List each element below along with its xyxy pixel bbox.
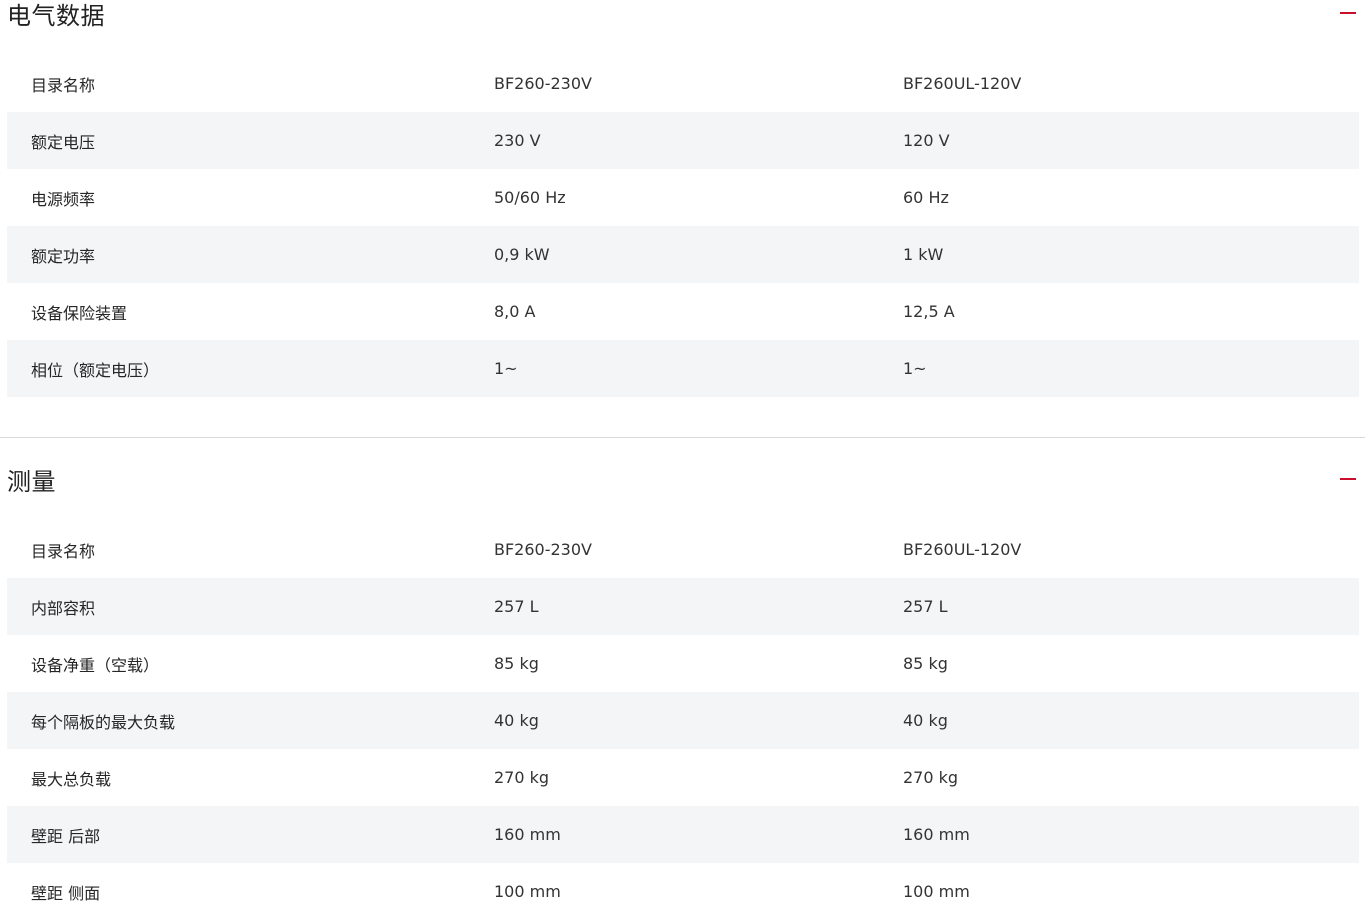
row-value-model-1: 230 V [494, 131, 541, 150]
row-value-model-2: 160 mm [903, 825, 970, 844]
row-value-model-2: BF260UL-120V [903, 540, 1022, 559]
row-value-model-1: 0,9 kW [494, 245, 550, 264]
table-row: 额定功率 0,9 kW 1 kW [7, 226, 1359, 283]
row-value-model-2: 40 kg [903, 711, 948, 730]
row-value-model-2: 100 mm [903, 882, 970, 901]
row-value-model-2: 85 kg [903, 654, 948, 673]
row-value-model-2: 1~ [903, 359, 927, 378]
table-row: 最大总负载 270 kg 270 kg [7, 749, 1359, 806]
row-label: 电源频率 [31, 189, 96, 209]
section-title: 电气数据 [7, 1, 105, 30]
row-label: 最大总负载 [31, 769, 112, 789]
row-value-model-2: BF260UL-120V [903, 74, 1022, 93]
row-value-model-1: 1~ [494, 359, 518, 378]
row-value-model-1: 40 kg [494, 711, 539, 730]
row-label: 目录名称 [31, 75, 96, 95]
table-row: 内部容积 257 L 257 L [7, 578, 1359, 635]
row-label: 设备净重（空载） [31, 655, 160, 675]
section-header: 测量 [7, 464, 1358, 496]
row-value-model-1: 8,0 A [494, 302, 536, 321]
row-value-model-2: 120 V [903, 131, 950, 150]
row-value-model-2: 1 kW [903, 245, 944, 264]
row-value-model-1: 270 kg [494, 768, 550, 787]
row-value-model-1: 100 mm [494, 882, 561, 901]
row-label: 内部容积 [31, 598, 96, 618]
table-row: 额定电压 230 V 120 V [7, 112, 1359, 169]
minus-icon[interactable] [1338, 3, 1358, 23]
row-value-model-1: 50/60 Hz [494, 188, 566, 207]
section-measurements: 测量 目录名称 BF260-230V BF260UL-120V 内部容积 257… [0, 464, 1365, 920]
table-row: 电源频率 50/60 Hz 60 Hz [7, 169, 1359, 226]
section-electrical-data: 电气数据 目录名称 BF260-230V BF260UL-120V 额定电压 2… [0, 0, 1365, 397]
row-value-model-2: 12,5 A [903, 302, 955, 321]
row-label: 额定功率 [31, 246, 96, 266]
row-value-model-1: 160 mm [494, 825, 561, 844]
row-value-model-2: 257 L [903, 597, 948, 616]
row-label: 每个隔板的最大负载 [31, 712, 176, 732]
section-divider [0, 437, 1365, 438]
row-label: 目录名称 [31, 541, 96, 561]
table-row: 相位（额定电压） 1~ 1~ [7, 340, 1359, 397]
row-label: 壁距 侧面 [31, 883, 101, 903]
table-row: 目录名称 BF260-230V BF260UL-120V [7, 55, 1359, 112]
row-value-model-1: BF260-230V [494, 540, 592, 559]
row-value-model-2: 270 kg [903, 768, 959, 787]
table-row: 设备净重（空载） 85 kg 85 kg [7, 635, 1359, 692]
table-row: 壁距 侧面 100 mm 100 mm [7, 863, 1359, 920]
table-row: 每个隔板的最大负载 40 kg 40 kg [7, 692, 1359, 749]
row-value-model-2: 60 Hz [903, 188, 949, 207]
section-title: 测量 [7, 467, 56, 496]
spec-table: 目录名称 BF260-230V BF260UL-120V 内部容积 257 L … [7, 521, 1359, 920]
row-value-model-1: 85 kg [494, 654, 539, 673]
minus-icon[interactable] [1338, 469, 1358, 489]
row-label: 设备保险装置 [31, 303, 128, 323]
row-label: 相位（额定电压） [31, 360, 160, 380]
section-header: 电气数据 [7, 0, 1358, 30]
spec-table: 目录名称 BF260-230V BF260UL-120V 额定电压 230 V … [7, 55, 1359, 397]
row-value-model-1: BF260-230V [494, 74, 592, 93]
row-label: 额定电压 [31, 132, 96, 152]
table-row: 壁距 后部 160 mm 160 mm [7, 806, 1359, 863]
table-row: 设备保险装置 8,0 A 12,5 A [7, 283, 1359, 340]
row-label: 壁距 后部 [31, 826, 101, 846]
row-value-model-1: 257 L [494, 597, 539, 616]
table-row: 目录名称 BF260-230V BF260UL-120V [7, 521, 1359, 578]
